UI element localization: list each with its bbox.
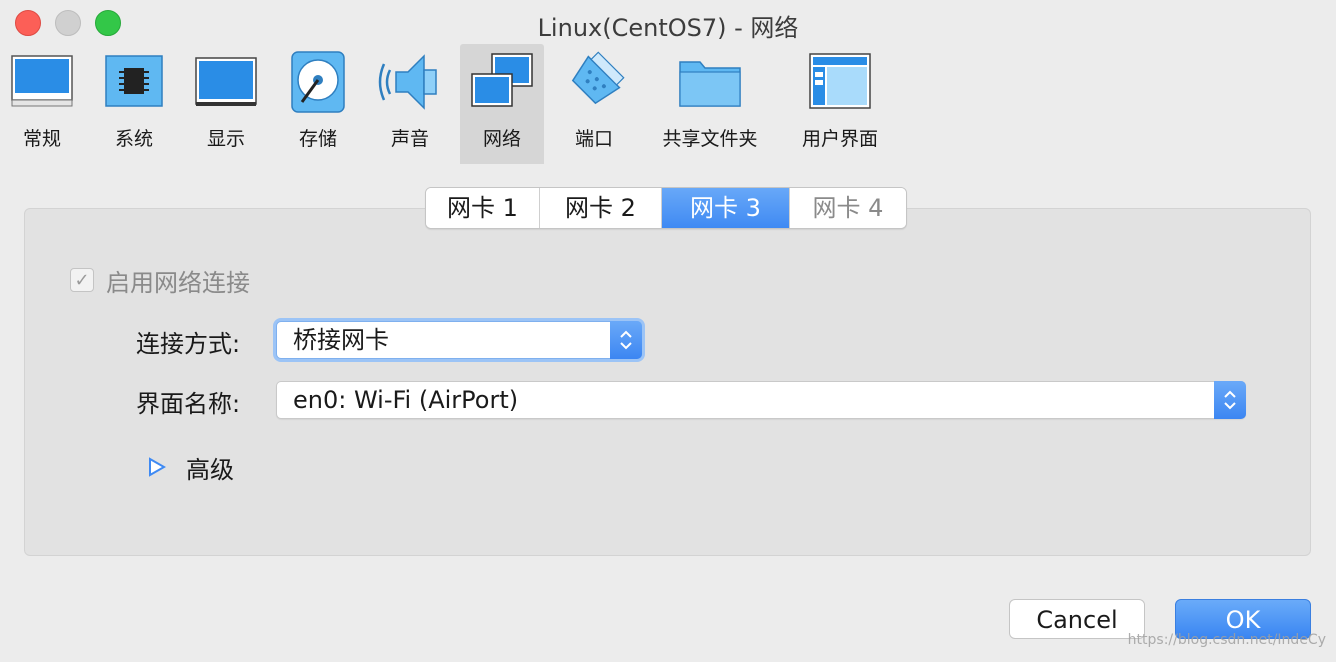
- watermark: https://blog.csdn.net/IndeCy: [1127, 632, 1326, 648]
- toolbar-item-label: 显示: [206, 128, 245, 150]
- user-interface-icon: [809, 53, 871, 109]
- storage-disk-icon: [291, 51, 345, 113]
- folder-icon: [679, 61, 741, 107]
- toolbar-item-storage[interactable]: 存储: [276, 44, 360, 164]
- tab-adapter-1[interactable]: 网卡 1: [426, 188, 540, 228]
- interface-name-select[interactable]: en0: Wi-Fi (AirPort): [276, 381, 1246, 419]
- toolbar-item-label: 系统: [114, 128, 153, 150]
- chevron-updown-icon: [610, 321, 642, 359]
- toolbar-item-label: 用户界面: [801, 128, 878, 150]
- speaker-icon: [378, 54, 437, 110]
- attached-to-select[interactable]: 桥接网卡: [276, 321, 642, 359]
- toolbar-item-label: 端口: [574, 128, 613, 150]
- disclosure-triangle-icon: [149, 457, 166, 477]
- tab-adapter-4[interactable]: 网卡 4: [790, 188, 906, 228]
- toolbar-item-network[interactable]: 网络: [460, 44, 544, 164]
- chip-icon: [105, 55, 163, 107]
- enable-adapter-row: ✓ 启用网络连接: [70, 265, 250, 297]
- window-title: Linux(CentOS7) - 网络: [537, 14, 799, 42]
- enable-adapter-checkbox[interactable]: ✓: [70, 268, 94, 292]
- toolbar-item-label: 网络: [482, 128, 521, 150]
- toolbar-item-audio[interactable]: 声音: [368, 44, 452, 164]
- toolbar-item-user-interface[interactable]: 用户界面: [790, 44, 890, 164]
- enable-adapter-label: 启用网络连接: [106, 268, 250, 297]
- interface-name-label: 界面名称:: [136, 390, 241, 418]
- attached-to-value: 桥接网卡: [293, 326, 389, 354]
- toolbar-item-ports[interactable]: 端口: [552, 44, 636, 164]
- serial-port-icon: [571, 51, 625, 105]
- toolbar-item-general[interactable]: 常规: [0, 44, 84, 164]
- toolbar-item-label: 声音: [390, 128, 429, 150]
- adapter-tabs: 网卡 1 网卡 2 网卡 3 网卡 4: [425, 187, 907, 229]
- display-icon: [195, 57, 257, 106]
- title-bar: Linux(CentOS7) - 网络: [0, 0, 1336, 44]
- monitor-general-icon: [11, 55, 73, 107]
- tab-adapter-2[interactable]: 网卡 2: [540, 188, 662, 228]
- settings-toolbar: 常规 系统 显示 存储 声音 网络 端口 共享文件夹 用户界面: [0, 44, 1336, 166]
- network-icon: [471, 53, 533, 107]
- advanced-label: 高级: [186, 455, 234, 484]
- toolbar-item-label: 常规: [22, 128, 61, 150]
- chevron-updown-icon: [1214, 381, 1246, 419]
- cancel-button[interactable]: Cancel: [1009, 599, 1145, 639]
- toolbar-item-display[interactable]: 显示: [184, 44, 268, 164]
- toolbar-item-label: 存储: [298, 128, 337, 150]
- advanced-disclosure[interactable]: 高级: [148, 450, 234, 484]
- toolbar-item-system[interactable]: 系统: [92, 44, 176, 164]
- toolbar-item-label: 共享文件夹: [662, 128, 758, 150]
- tab-adapter-3[interactable]: 网卡 3: [662, 188, 790, 228]
- interface-name-value: en0: Wi-Fi (AirPort): [293, 386, 519, 414]
- toolbar-item-shared-folders[interactable]: 共享文件夹: [650, 44, 770, 164]
- attached-to-label: 连接方式:: [136, 330, 241, 358]
